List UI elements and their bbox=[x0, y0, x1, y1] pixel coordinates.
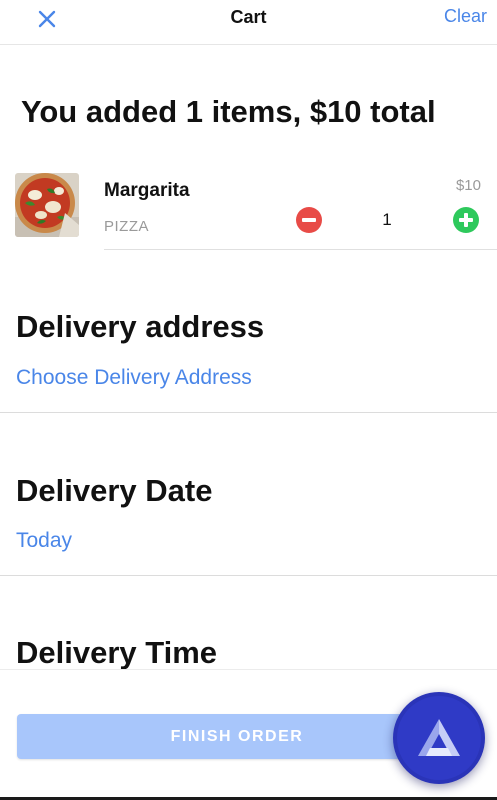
divider bbox=[0, 412, 497, 413]
item-name: Margarita bbox=[104, 180, 190, 201]
cart-summary: You added 1 items, $10 total bbox=[21, 94, 436, 129]
app-logo-button[interactable] bbox=[393, 692, 485, 784]
divider bbox=[104, 249, 497, 250]
delivery-date-heading: Delivery Date bbox=[16, 473, 213, 508]
clear-button[interactable]: Clear bbox=[444, 6, 487, 27]
plus-circle-icon[interactable] bbox=[453, 207, 479, 233]
page-title: Cart bbox=[230, 7, 267, 27]
choose-delivery-address-link[interactable]: Choose Delivery Address bbox=[16, 366, 252, 390]
item-category: PIZZA bbox=[104, 218, 150, 235]
cart-item: Margarita PIZZA $10 1 bbox=[0, 160, 497, 252]
item-price: $10 bbox=[455, 177, 481, 194]
delivery-address-heading: Delivery address bbox=[16, 309, 265, 344]
divider bbox=[0, 575, 497, 576]
item-quantity: 1 bbox=[382, 210, 392, 229]
pizza-thumbnail bbox=[15, 173, 79, 237]
minus-circle-icon[interactable] bbox=[296, 207, 322, 233]
finish-order-button[interactable]: FINISH ORDER bbox=[17, 714, 457, 759]
delivery-date-link[interactable]: Today bbox=[16, 529, 72, 553]
top-bar: Cart Clear bbox=[0, 0, 497, 45]
delivery-time-heading: Delivery Time bbox=[16, 635, 218, 670]
app-logo-icon bbox=[397, 696, 481, 780]
